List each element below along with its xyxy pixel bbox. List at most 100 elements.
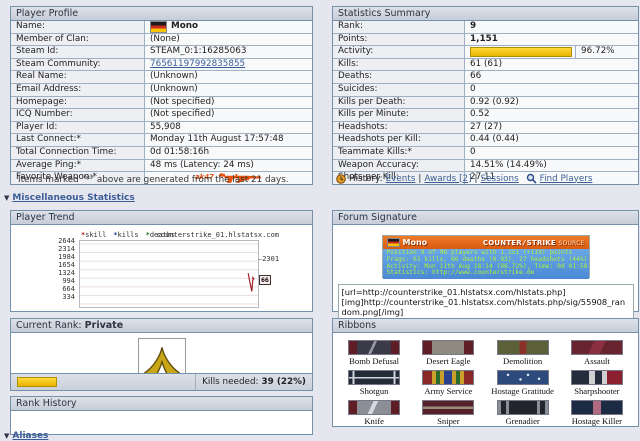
- stats-label: Weapon Accuracy:: [333, 159, 465, 172]
- profile-value-text: (Unknown): [150, 83, 198, 94]
- profile-value: 55,908: [145, 121, 312, 134]
- stats-row-1: Points: 1,151: [333, 33, 638, 47]
- ribbons-panel: Ribbons Bomb Defusal Desert Eagle Demoliti…: [332, 318, 639, 427]
- y-tick-label: 994: [62, 277, 75, 285]
- y-tick-label: 2644: [58, 237, 75, 245]
- chart-plot-area: [79, 240, 259, 308]
- aliases-toggle[interactable]: ▼ Aliases: [4, 431, 48, 441]
- history-link-sessions[interactable]: Sessions: [481, 174, 519, 184]
- signature-line-statistics: Statistics: http://www.counterstrike.de: [386, 269, 535, 277]
- stats-row-5: Suicides: 0: [333, 83, 638, 97]
- stats-value-text: 27 (27): [470, 121, 503, 132]
- profile-value-text: 48 ms (Latency: 24 ms): [150, 159, 254, 170]
- ribbon-label: Bomb Defusal: [349, 356, 400, 366]
- ribbon-image: [348, 400, 401, 415]
- stats-label: Teammate Kills:*: [333, 146, 465, 159]
- ribbon-label: Demolition: [503, 356, 543, 366]
- statistics-summary-title: Statistics Summary: [333, 7, 638, 21]
- stats-label: Kills:: [333, 58, 465, 71]
- misc-statistics-toggle[interactable]: ▼ Miscellaneous Statistics: [4, 193, 135, 203]
- profile-value: (None): [145, 33, 312, 46]
- y-tick-label: 1984: [58, 253, 75, 261]
- ribbon-image: [348, 370, 401, 385]
- signature-banner: Mono COUNTER/STRIKE SOURCE Position 9 of…: [381, 235, 590, 279]
- stats-value-text: 0.52: [470, 109, 490, 120]
- player-profile-panel: Player Profile Name: Mono Member of Clan: (…: [10, 6, 313, 185]
- profile-row-4: Real Name: (Unknown): [11, 71, 312, 84]
- player-name-text: Mono: [171, 21, 199, 31]
- stats-row-4: Deaths: 66: [333, 71, 638, 84]
- ribbon-label: Assault: [583, 356, 610, 366]
- ribbons-title: Ribbons: [333, 319, 638, 333]
- ribbon-sniper: Sniper: [411, 400, 485, 426]
- ribbon-label: Shotgun: [359, 386, 389, 396]
- profile-label: Steam Id:: [11, 46, 145, 58]
- history-link-awards[interactable]: Awards [2]: [424, 174, 471, 184]
- stats-label: Suicides:: [333, 83, 465, 96]
- stats-row-7: Kills per Minute: 0.52: [333, 109, 638, 122]
- stats-value-text: 0.44 (0.44): [470, 134, 519, 145]
- steam-community-link[interactable]: 76561197992835855: [150, 59, 245, 71]
- ribbon-demolition: Demolition: [486, 340, 560, 366]
- ribbon-label: Army Service: [424, 386, 473, 396]
- ribbon-image: [496, 370, 549, 385]
- y-tick-label: 664: [62, 285, 75, 293]
- rank-history-panel: Rank History: [10, 396, 313, 435]
- ribbon-image: [422, 400, 475, 415]
- chart-annotation: 2301: [258, 255, 279, 263]
- stats-value: 0: [465, 83, 638, 96]
- y-tick-label: 334: [62, 293, 75, 301]
- chart-title: counterstrike_01.hlstatsx.com: [156, 231, 279, 239]
- y-tick-label: 2314: [58, 245, 75, 253]
- history-bar: History: Events | Awards [2] | Sessions …: [336, 173, 592, 184]
- stats-value: 27 (27): [465, 121, 638, 134]
- profile-value-text: (None): [150, 33, 180, 44]
- statistics-summary-panel: Statistics Summary Rank: 9 Points: 1,151 Act…: [332, 6, 639, 185]
- profile-value-text: (Not specified): [150, 109, 215, 120]
- ribbon-army-service: Army Service: [411, 370, 485, 396]
- counter-strike-logo: COUNTER/STRIKE SOURCE: [483, 239, 585, 247]
- ribbon-desert-eagle: Desert Eagle: [411, 340, 485, 366]
- stats-row-8: Headshots: 27 (27): [333, 121, 638, 135]
- clock-icon: [336, 173, 346, 184]
- chart-annotation: 66: [259, 275, 271, 285]
- profile-value-text: Monday 11th August 17:57:48: [150, 134, 284, 145]
- signature-banner-body: Position 9 of 96 players with 1,151 (+11…: [382, 249, 589, 279]
- misc-statistics-link[interactable]: Miscellaneous Statistics: [12, 193, 134, 203]
- profile-value: STEAM_0:1:16285063: [145, 46, 312, 58]
- current-rank-header: Current Rank: Private: [11, 319, 312, 333]
- activity-bar-fill: [470, 46, 572, 57]
- profile-label: Total Connection Time:: [11, 146, 145, 159]
- history-link-events[interactable]: Events: [386, 174, 416, 184]
- stats-label: Headshots per Kill:: [333, 134, 465, 146]
- profile-value: 76561197992835855: [145, 58, 312, 71]
- profile-row-3: Steam Community: 76561197992835855: [11, 58, 312, 72]
- find-players-link[interactable]: Find Players: [540, 174, 593, 184]
- ribbon-label: Grenadier: [505, 416, 540, 426]
- kills-needed-value: 39 (22%): [261, 377, 306, 387]
- stats-label: Kills per Death:: [333, 96, 465, 109]
- profile-row-9: Last Connect:* Monday 11th August 17:57:4…: [11, 134, 312, 147]
- stats-value-text: 0.92 (0.92): [470, 96, 519, 107]
- activity-bar-track: [470, 46, 576, 58]
- profile-row-11: Average Ping:* 48 ms (Latency: 24 ms): [11, 159, 312, 173]
- bbcode-textarea[interactable]: [url=http://counterstrike_01.hlstatsx.co…: [337, 284, 634, 320]
- aliases-link[interactable]: Aliases: [12, 431, 48, 441]
- profile-value: 48 ms (Latency: 24 ms): [145, 159, 312, 172]
- player-profile-title: Player Profile: [11, 7, 312, 21]
- forum-signature-panel: Forum Signature Mono COUNTER/STRIKE SOUR…: [332, 210, 639, 320]
- profile-value-text: STEAM_0:1:16285063: [150, 46, 247, 57]
- profile-value-text: (Unknown): [150, 71, 198, 82]
- ribbon-image: [348, 340, 401, 355]
- profile-value: (Unknown): [145, 83, 312, 96]
- profile-label: Email Address:: [11, 83, 145, 96]
- stats-row-2: Activity: 96.72%: [333, 46, 638, 59]
- legend-marker-icon: *: [81, 231, 86, 239]
- profile-value: (Unknown): [145, 71, 312, 83]
- germany-flag-icon: [386, 238, 400, 247]
- ribbon-image: [570, 340, 623, 355]
- current-rank-panel: Current Rank: Private Kills needed: 39 (…: [10, 318, 313, 391]
- ribbon-knife: Knife: [337, 400, 411, 426]
- legend-kills: *kills: [113, 231, 139, 239]
- ribbon-grenadier: Grenadier: [486, 400, 560, 426]
